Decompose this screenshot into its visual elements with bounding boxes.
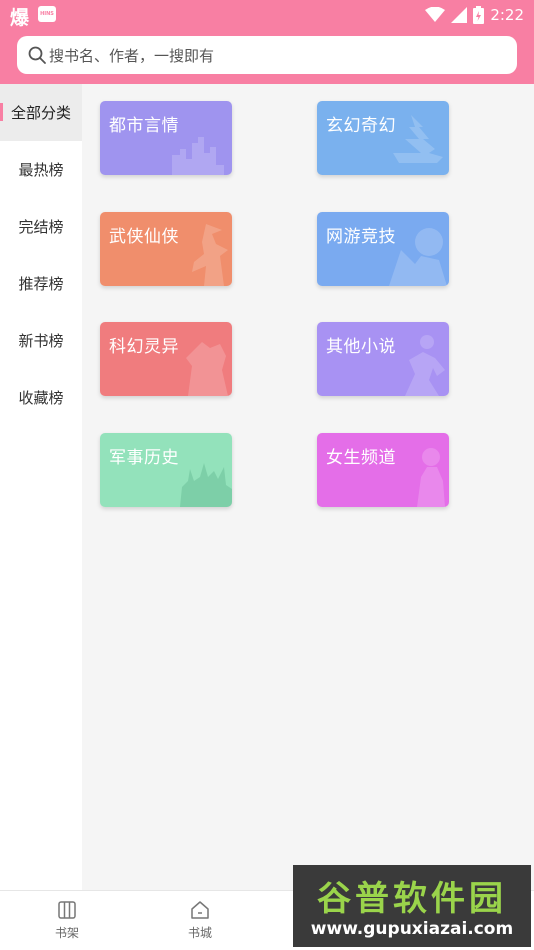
category-card-other-novels[interactable]: 其他小说	[317, 322, 449, 396]
status-bar: 爆 HINS 2:22	[0, 0, 534, 30]
category-label: 武侠仙侠	[109, 227, 179, 247]
category-card-fantasy[interactable]: 玄幻奇幻	[317, 101, 449, 175]
status-indicators: 2:22	[425, 5, 524, 25]
sidebar-item-favorites[interactable]: 收藏榜	[0, 369, 82, 426]
sidebar-item-hottest[interactable]: 最热榜	[0, 141, 82, 198]
category-card-martial-arts[interactable]: 武侠仙侠	[100, 212, 232, 286]
category-label: 军事历史	[109, 448, 179, 468]
app-header: 爆 HINS 2:22 搜书名、作者，一搜即有	[0, 0, 534, 84]
sidebar-item-label: 完结榜	[18, 218, 64, 236]
app-notification-icon: 爆	[10, 7, 30, 29]
sidebar-item-label: 推荐榜	[18, 275, 64, 293]
nav-bookshelf[interactable]: 书架	[37, 899, 97, 941]
category-label: 女生频道	[326, 448, 396, 468]
sidebar-item-label: 新书榜	[18, 332, 64, 350]
sidebar-item-label: 最热榜	[18, 161, 64, 179]
signal-icon	[451, 7, 468, 23]
nav-bookstore[interactable]: 书城	[170, 899, 230, 941]
category-card-scifi-supernatural[interactable]: 科幻灵异	[100, 322, 232, 396]
sidebar-item-new-books[interactable]: 新书榜	[0, 312, 82, 369]
notification-badge-icon: HINS	[38, 6, 56, 22]
sidebar-item-recommended[interactable]: 推荐榜	[0, 255, 82, 312]
category-card-urban-romance[interactable]: 都市言情	[100, 101, 232, 175]
category-label: 其他小说	[326, 337, 396, 357]
watermark: 谷普软件园 www.gupuxiazai.com	[293, 865, 531, 947]
sidebar-item-completed[interactable]: 完结榜	[0, 198, 82, 255]
battery-icon	[473, 6, 485, 24]
category-sidebar: 全部分类 最热榜 完结榜 推荐榜 新书榜 收藏榜	[0, 84, 82, 890]
nav-label: 书城	[187, 926, 212, 940]
nav-label: 书架	[54, 926, 79, 940]
watermark-title: 谷普软件园	[317, 879, 507, 919]
bookshelf-icon	[58, 901, 76, 919]
category-label: 玄幻奇幻	[326, 116, 396, 136]
watermark-url: www.gupuxiazai.com	[310, 919, 514, 939]
status-time: 2:22	[490, 6, 524, 24]
sidebar-item-all-categories[interactable]: 全部分类	[0, 84, 82, 141]
search-input[interactable]: 搜书名、作者，一搜即有	[17, 36, 517, 74]
search-icon	[28, 46, 46, 64]
category-card-online-games[interactable]: 网游竞技	[317, 212, 449, 286]
sidebar-item-label: 收藏榜	[18, 389, 64, 407]
category-card-military-history[interactable]: 军事历史	[100, 433, 232, 507]
home-icon	[191, 901, 209, 919]
category-label: 科幻灵异	[109, 337, 179, 357]
search-placeholder: 搜书名、作者，一搜即有	[49, 46, 215, 65]
wifi-icon	[425, 7, 446, 22]
category-label: 都市言情	[109, 116, 179, 136]
sidebar-item-label: 全部分类	[10, 104, 71, 122]
category-card-girls-channel[interactable]: 女生频道	[317, 433, 449, 507]
category-label: 网游竞技	[326, 227, 396, 247]
